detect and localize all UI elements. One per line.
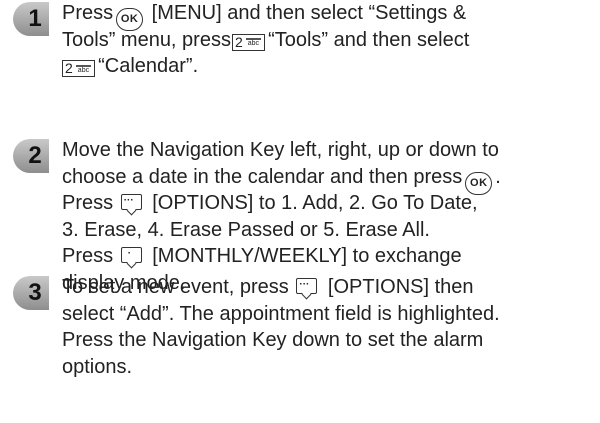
- step-instructions: Move the Navigation Key left, right, up …: [62, 137, 592, 296]
- instruction-line: Move the Navigation Key left, right, up …: [62, 139, 499, 161]
- instruction-text: [MENU] and then select “Settings &: [146, 2, 467, 24]
- key-letters: abc: [75, 64, 92, 74]
- step-number: 1: [28, 5, 42, 32]
- number-2-key-icon: 2 abc: [62, 60, 96, 77]
- instruction-line: Press · [MONTHLY/WEEKLY] to exchange: [62, 243, 592, 270]
- instruction-line: Press ··· [OPTIONS] to 1. Add, 2. Go To …: [62, 190, 592, 217]
- instruction-line: 3. Erase, 4. Erase Passed or 5. Erase Al…: [62, 218, 430, 241]
- instruction-text: “Calendar”.: [98, 55, 199, 77]
- step-instructions: Press OK [MENU] and then select “Settings…: [62, 0, 592, 80]
- step-number-badge: 1: [3, 2, 49, 36]
- instruction-text: [OPTIONS] to 1. Add, 2. Go To Date,: [146, 192, 478, 214]
- instruction-line: choose a date in the calendar and then p…: [62, 164, 592, 195]
- key-letters: abc: [245, 38, 262, 48]
- instruction-text: Tools” menu, press: [62, 28, 231, 51]
- instruction-text: [MONTHLY/WEEKLY] to exchange: [146, 245, 462, 267]
- instruction-line: 2 abc “Calendar”.: [62, 53, 592, 80]
- instruction-text: “Tools” and then select: [268, 28, 470, 51]
- instruction-text: Press: [62, 2, 114, 24]
- key-digit: 2: [65, 60, 73, 76]
- step-number: 2: [28, 142, 42, 169]
- instruction-line: Press the Navigation Key down to set the…: [62, 329, 484, 351]
- softkey-dots: ···: [123, 195, 134, 206]
- instruction-line: To set a new event, press ··· [OPTIONS] …: [62, 274, 592, 301]
- instruction-line: Tools” menu, press 2 abc “Tools” and then s…: [62, 27, 592, 54]
- key-digit: 2: [234, 33, 243, 50]
- step-number: 3: [28, 279, 42, 306]
- instruction-text: To set a new event, press: [62, 276, 289, 298]
- softkey-dot: ·: [127, 248, 132, 259]
- instruction-text: [OPTIONS] then: [322, 276, 474, 298]
- step-number-badge: 2: [3, 139, 49, 173]
- instruction-text: Press: [62, 245, 114, 267]
- options-softkey-icon: ···: [120, 194, 142, 210]
- instruction-line: Press OK [MENU] and then select “Settings…: [62, 0, 592, 31]
- monthly-weekly-softkey-icon: ·: [120, 247, 142, 263]
- step-number-badge: 3: [3, 276, 49, 310]
- number-2-key-icon: 2 abc: [231, 33, 266, 51]
- instruction-line: options.: [62, 355, 133, 378]
- options-softkey-icon: ···: [296, 278, 318, 294]
- instruction-text: choose a date in the calendar and then p…: [62, 165, 463, 188]
- instruction-text: .: [495, 165, 501, 188]
- instruction-text: Press: [62, 192, 114, 214]
- softkey-dots: ···: [299, 279, 310, 290]
- instruction-line: select “Add”. The appointment field is h…: [62, 302, 500, 325]
- step-instructions: To set a new event, press ··· [OPTIONS] …: [62, 274, 592, 380]
